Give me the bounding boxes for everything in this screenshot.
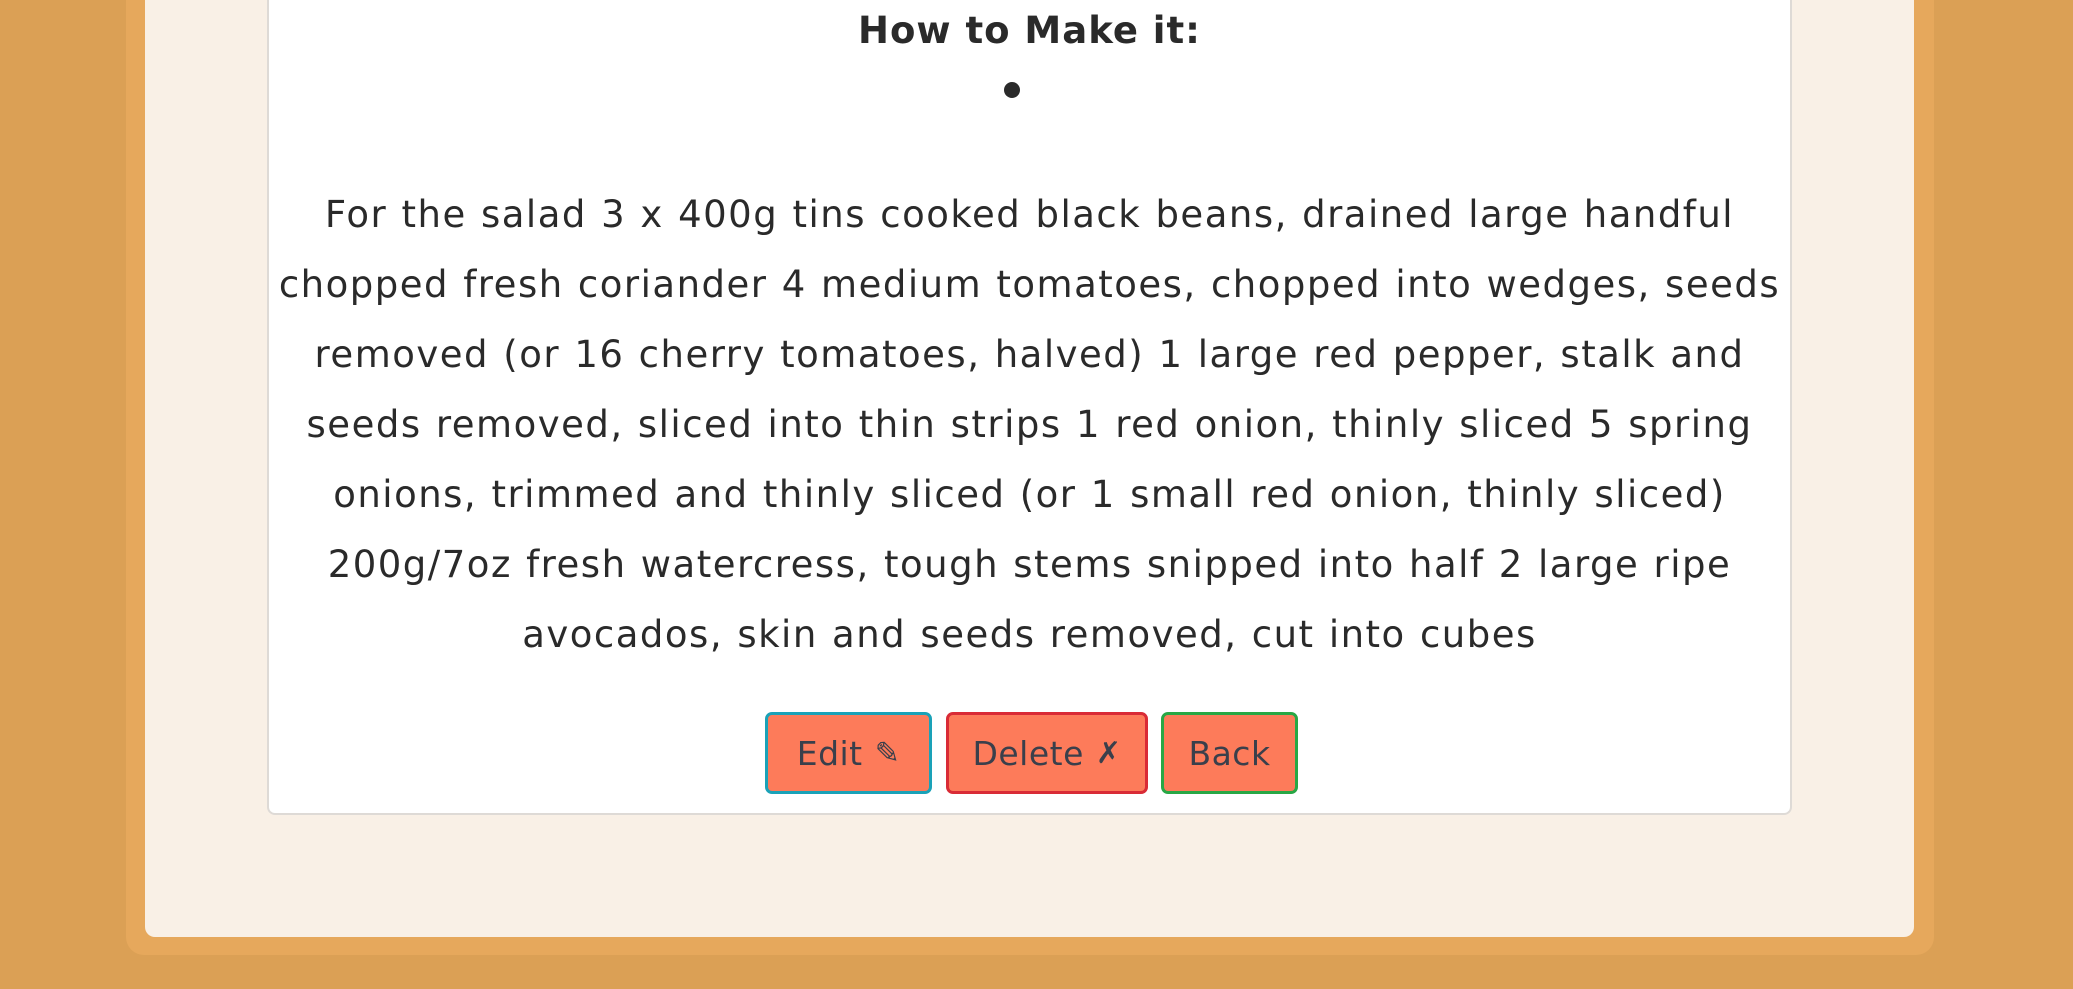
recipe-card: How to Make it: For the salad 3 x 400g t… (267, 0, 1792, 815)
delete-button[interactable]: Delete ✗ (946, 712, 1148, 794)
recipe-instructions: For the salad 3 x 400g tins cooked black… (278, 193, 1781, 656)
delete-button-label: Delete (972, 733, 1084, 773)
method-heading: How to Make it: (858, 9, 1201, 52)
back-button[interactable]: Back (1161, 712, 1298, 794)
cross-icon: ✗ (1095, 735, 1122, 771)
edit-button-label: Edit (796, 733, 863, 773)
list-bullet (1004, 82, 1020, 98)
action-buttons: Edit ✎ Delete ✗ Back (269, 712, 1790, 794)
back-button-label: Back (1188, 733, 1271, 773)
pencil-icon: ✎ (874, 735, 901, 771)
edit-button[interactable]: Edit ✎ (765, 712, 932, 794)
